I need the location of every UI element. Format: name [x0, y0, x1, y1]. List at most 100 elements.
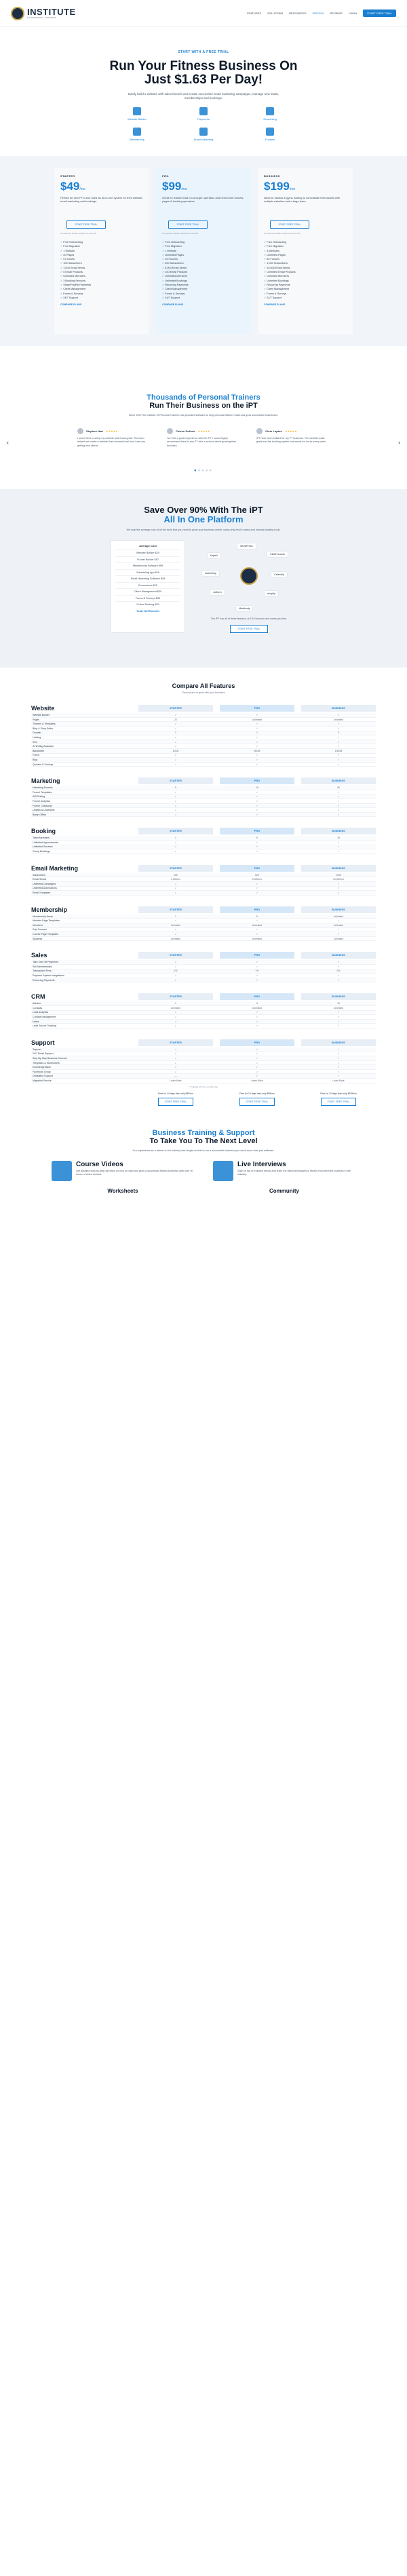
- compare-cell: ✓: [256, 1052, 258, 1056]
- logo[interactable]: INSTITUTE OF PERSONAL TRAINERS: [11, 6, 76, 20]
- training-subtitle: To Take You To The Next Level: [149, 1136, 258, 1145]
- compare-cell: ✓: [174, 974, 177, 977]
- plan-card-business: BUSINESS $199/mo Ideal for studios & gyms …: [258, 168, 353, 334]
- compare-cell: 1: [175, 915, 176, 918]
- table-row: Recurring Payments ✓ ✓ ✓: [31, 978, 376, 983]
- chevron-right-icon[interactable]: ›: [398, 439, 400, 446]
- compare-column-business: BUSINESS: [301, 828, 376, 835]
- compare-row-label: SSL: [33, 740, 37, 744]
- avatar: [167, 428, 173, 435]
- nav-reviews[interactable]: REVIEWS: [330, 12, 342, 15]
- savings-description: We took the average cost of all the tool…: [126, 528, 281, 532]
- mail-icon: [199, 128, 208, 136]
- table-row: Knowledge Base ✓ ✓ ✓: [31, 1065, 376, 1070]
- compare-column-pro: PRO: [220, 952, 294, 959]
- compare-row-label: Email Sends: [33, 878, 47, 881]
- compare-trial-button[interactable]: START FREE TRIAL: [158, 1097, 193, 1106]
- compare-cell: ✓: [256, 978, 258, 982]
- compare-column-pro: PRO: [220, 906, 294, 913]
- compare-cell: ✓: [337, 978, 340, 982]
- avatar: [77, 428, 83, 435]
- savings-trial-button[interactable]: START FREE TRIAL: [230, 625, 268, 634]
- compare-row-label: Membership Areas: [33, 915, 53, 918]
- compare-plans-link[interactable]: COMPARE PLANS: [162, 303, 245, 306]
- table-row: Membership Areas 1 5 Unlimited: [31, 914, 376, 919]
- feature-membership[interactable]: Membership: [120, 128, 154, 141]
- compare-section-header: Booking STARTER PRO BUSINESS: [31, 826, 376, 836]
- nav-resources[interactable]: RESOURCES: [289, 12, 306, 15]
- table-row: Unlimited Appointments ✓ ✓ ✓: [31, 841, 376, 845]
- compare-plans-link[interactable]: COMPARE PLANS: [60, 303, 143, 306]
- feature-payments[interactable]: Payments: [187, 107, 220, 121]
- training-title: Business Training & Support: [152, 1128, 255, 1137]
- plan-trial-button[interactable]: START FREE TRIAL: [66, 220, 106, 229]
- compare-cell: 100GB: [334, 749, 343, 752]
- testimonial-header: Coleen Guthrie ★★★★★: [167, 428, 240, 435]
- plan-name: STARTER: [60, 174, 75, 178]
- plan-trial-button[interactable]: START FREE TRIAL: [270, 220, 309, 229]
- compare-cell: ✓: [337, 965, 340, 968]
- cost-row: Website Builder $29: [115, 550, 180, 556]
- compare-cell: Unlimited: [252, 937, 263, 940]
- training-live-interviews[interactable]: Live Interviews Stay on top of industry t…: [213, 1160, 355, 1181]
- feature-email-marketing[interactable]: Email Marketing: [187, 128, 220, 141]
- table-row: Unlimited Campaigns ✓ ✓ ✓: [31, 882, 376, 887]
- compare-table: Website STARTER PRO BUSINESS Website Builder…: [0, 704, 407, 1083]
- compare-row-label: Bandwidth: [33, 749, 44, 752]
- nav-features[interactable]: FEATURES: [247, 12, 261, 15]
- carousel-dots[interactable]: ●●●●●: [0, 469, 407, 473]
- table-row: Dedicated Support — ✓ ✓: [31, 1074, 376, 1079]
- feature-website-builder[interactable]: Website Builder: [120, 107, 154, 121]
- compare-trial-button[interactable]: START FREE TRIAL: [321, 1097, 356, 1106]
- compare-cell: 1%: [255, 969, 259, 973]
- plan-cards: STARTER $49/mo Perfect for new PT's who ne…: [0, 168, 407, 334]
- testimonial-card: Chris Lupton ★★★★★ iPT have been brilliant…: [252, 425, 334, 463]
- nav-login[interactable]: LOGIN: [349, 12, 357, 15]
- compare-plans-link[interactable]: COMPARE PLANS: [264, 303, 347, 306]
- tool-logo: WordPress: [237, 543, 256, 550]
- savings-title: Save Over 90% With The iPT: [144, 505, 263, 516]
- compare-cell: 3: [338, 731, 339, 735]
- compare-cell: 100: [174, 873, 178, 877]
- plan-trial-button[interactable]: START FREE TRIAL: [168, 220, 208, 229]
- compare-cell: Learn More: [170, 1079, 182, 1082]
- compare-cta-row: Free for 14 days then only $49/mo START F…: [31, 1092, 376, 1106]
- compare-cell: ✓: [256, 845, 258, 849]
- compare-cell: ✓: [337, 804, 340, 807]
- table-row: Members Unlimited Unlimited Unlimited: [31, 923, 376, 928]
- header-trial-button[interactable]: START FREE TRIAL: [363, 9, 396, 17]
- feature-label: Funnels: [265, 138, 275, 141]
- compare-cell: ✓: [174, 1020, 177, 1023]
- compare-cell: ✓: [256, 1075, 258, 1078]
- compare-cell: ✓: [337, 1015, 340, 1018]
- table-row: Admins 1 3 10: [31, 1001, 376, 1006]
- nav-solutions[interactable]: SOLUTIONS: [267, 12, 283, 15]
- compare-row-label: Marketing Funnels: [33, 786, 53, 790]
- compare-cell: ✓: [174, 965, 177, 968]
- feature-funnels[interactable]: Funnels: [253, 128, 287, 141]
- table-row: Bump Offers ✓ ✓ ✓: [31, 812, 376, 818]
- compare-row-label: Members: [33, 923, 43, 927]
- compare-trial-button[interactable]: START FREE TRIAL: [239, 1097, 275, 1106]
- compare-section-membership: Membership STARTER PRO BUSINESS Membership A…: [31, 905, 376, 942]
- compare-column-pro: PRO: [220, 828, 294, 835]
- compare-row-label: Support: [33, 1047, 41, 1051]
- compare-column-business: BUSINESS: [301, 906, 376, 913]
- chevron-left-icon[interactable]: ‹: [7, 439, 9, 446]
- compare-column-pro: PRO: [220, 993, 294, 1001]
- compare-cell: ✓: [256, 735, 258, 739]
- table-row: Migration Service Learn More Learn More Lea…: [31, 1079, 376, 1083]
- feature-scheduling[interactable]: Scheduling: [253, 107, 287, 121]
- compare-column-starter: STARTER: [138, 705, 213, 712]
- table-row: Member Page Templates ✓ ✓ ✓: [31, 919, 376, 924]
- training-course-videos[interactable]: Course Videos Get detailed step-by-step d…: [52, 1160, 194, 1181]
- compare-column-business: BUSINESS: [301, 993, 376, 1001]
- compare-row-label: Funnel Templates: [33, 790, 52, 794]
- compare-section-marketing: Marketing STARTER PRO BUSINESS Marketing Fun…: [31, 776, 376, 818]
- compare-cell: ✓: [174, 727, 177, 730]
- compare-rows: Support ✓ ✓ ✓ 24/7 Email Support ✓ ✓ ✓ Step By S…: [31, 1047, 376, 1083]
- compare-cell: Learn More: [332, 1079, 345, 1082]
- testimonials-section: Thousands of Personal Trainers Run Their…: [0, 346, 407, 473]
- nav-pricing[interactable]: PRICING: [313, 12, 324, 15]
- cost-total: Total: $475/month: [136, 609, 159, 613]
